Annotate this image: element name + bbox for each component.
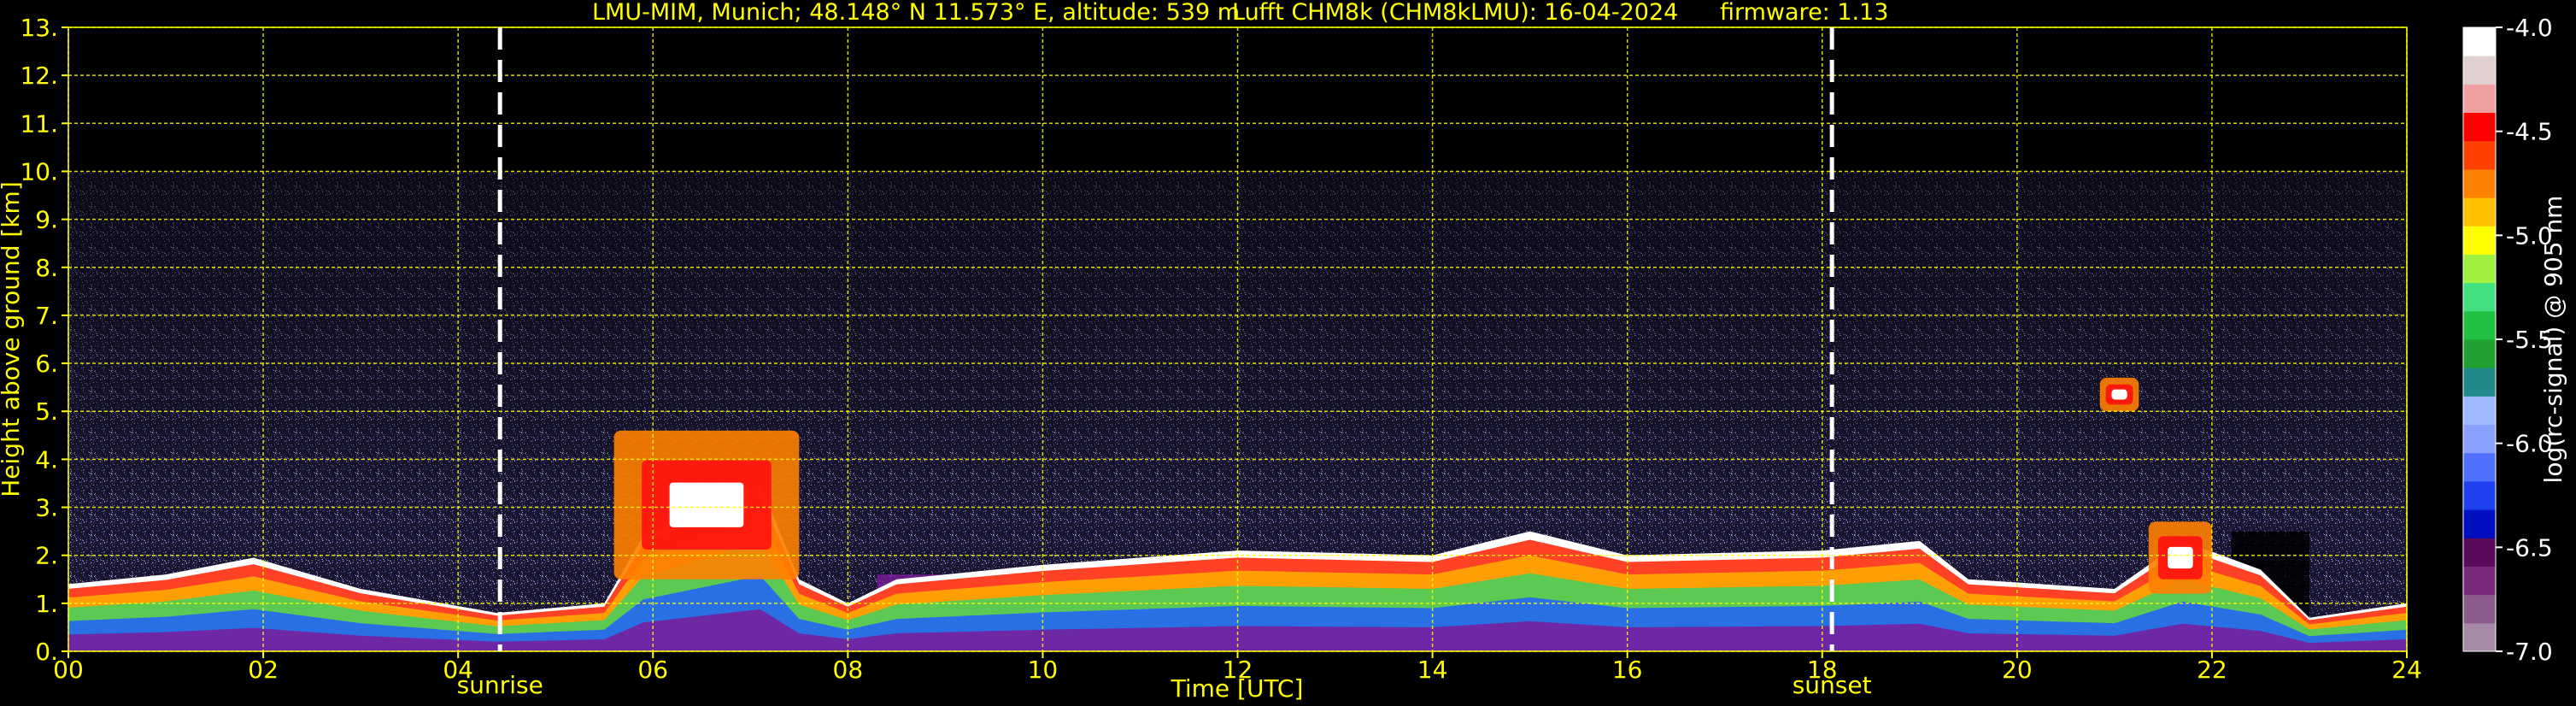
y-axis-ticks: 0.1.2.3.4.5.6.7.8.9.10.11.12.13. — [20, 14, 68, 666]
colorbar-tick-label: -4.5 — [2506, 118, 2553, 146]
x-tick-label: 16 — [1612, 656, 1643, 684]
x-tick-label: 24 — [2391, 656, 2422, 684]
y-tick-label: 12. — [20, 62, 58, 90]
y-tick-label: 3. — [35, 494, 58, 522]
y-tick-label: 7. — [35, 302, 58, 330]
y-tick-label: 13. — [20, 14, 58, 42]
y-tick-label: 4. — [35, 445, 58, 474]
y-tick-label: 1. — [35, 590, 58, 618]
colorbar — [2462, 26, 2497, 652]
colorbar-segment — [2463, 310, 2496, 340]
cloud-center-1 — [2111, 389, 2127, 400]
colorbar-tick-label: -4.0 — [2506, 14, 2553, 42]
colorbar-segment — [2463, 226, 2496, 255]
x-tick-label: 08 — [833, 656, 864, 684]
colorbar-segment — [2463, 538, 2496, 567]
colorbar-segment — [2463, 254, 2496, 284]
y-axis-label: Height above ground [km] — [0, 181, 25, 497]
x-tick-label: 18 — [1807, 656, 1838, 684]
y-tick-label: 2. — [35, 542, 58, 570]
x-tick-label: 04 — [443, 656, 473, 684]
y-tick-label: 10. — [20, 157, 58, 185]
y-tick-label: 6. — [35, 350, 58, 378]
x-tick-label: 02 — [248, 656, 279, 684]
colorbar-segment — [2463, 339, 2496, 368]
y-tick-label: 9. — [35, 206, 58, 234]
colorbar-segment — [2463, 480, 2496, 510]
x-tick-label: 22 — [2197, 656, 2227, 684]
colorbar-segment — [2463, 396, 2496, 426]
ceilometer-figure: LMU-MIM, Munich; 48.148° N 11.573° E, al… — [0, 0, 2567, 703]
colorbar-segment — [2463, 27, 2496, 56]
colorbar-segment — [2463, 168, 2496, 198]
colorbar-segment — [2463, 594, 2496, 624]
colorbar-segment — [2463, 424, 2496, 454]
y-tick-label: 8. — [35, 254, 58, 282]
y-tick-label: 5. — [35, 397, 58, 426]
cloud-center-2 — [2168, 546, 2193, 569]
colorbar-segment — [2463, 197, 2496, 227]
title-instrument: Lufft CHM8k (CHM8kLMU): 16-04-2024 — [1232, 0, 1678, 26]
colorbar-segment — [2463, 622, 2496, 652]
colorbar-segment — [2463, 140, 2496, 170]
colorbar-segment — [2463, 282, 2496, 312]
colorbar-segment — [2463, 112, 2496, 142]
colorbar-segment — [2463, 368, 2496, 397]
x-tick-label: 20 — [2002, 656, 2033, 684]
colorbar-segment — [2463, 84, 2496, 114]
x-tick-label: 14 — [1417, 656, 1448, 684]
title-firmware: firmware: 1.13 — [1720, 0, 1888, 26]
colorbar-segment — [2463, 566, 2496, 596]
colorbar-tick-label: -6.5 — [2506, 533, 2553, 562]
x-tick-label: 06 — [637, 656, 668, 684]
y-tick-label: 11. — [20, 109, 58, 138]
colorbar-segment — [2463, 56, 2496, 85]
cloud-center-0 — [669, 482, 744, 527]
colorbar-tick-label: -7.0 — [2506, 638, 2553, 666]
colorbar-segment — [2463, 509, 2496, 538]
title-location: LMU-MIM, Munich; 48.148° N 11.573° E, al… — [592, 0, 1240, 26]
x-tick-label: 10 — [1028, 656, 1059, 684]
x-tick-label: 00 — [53, 656, 84, 684]
x-axis-label: Time [UTC] — [1171, 674, 1304, 703]
colorbar-label: log(rc-signal) @ 905 nm — [2539, 196, 2567, 484]
colorbar-segment — [2463, 452, 2496, 482]
